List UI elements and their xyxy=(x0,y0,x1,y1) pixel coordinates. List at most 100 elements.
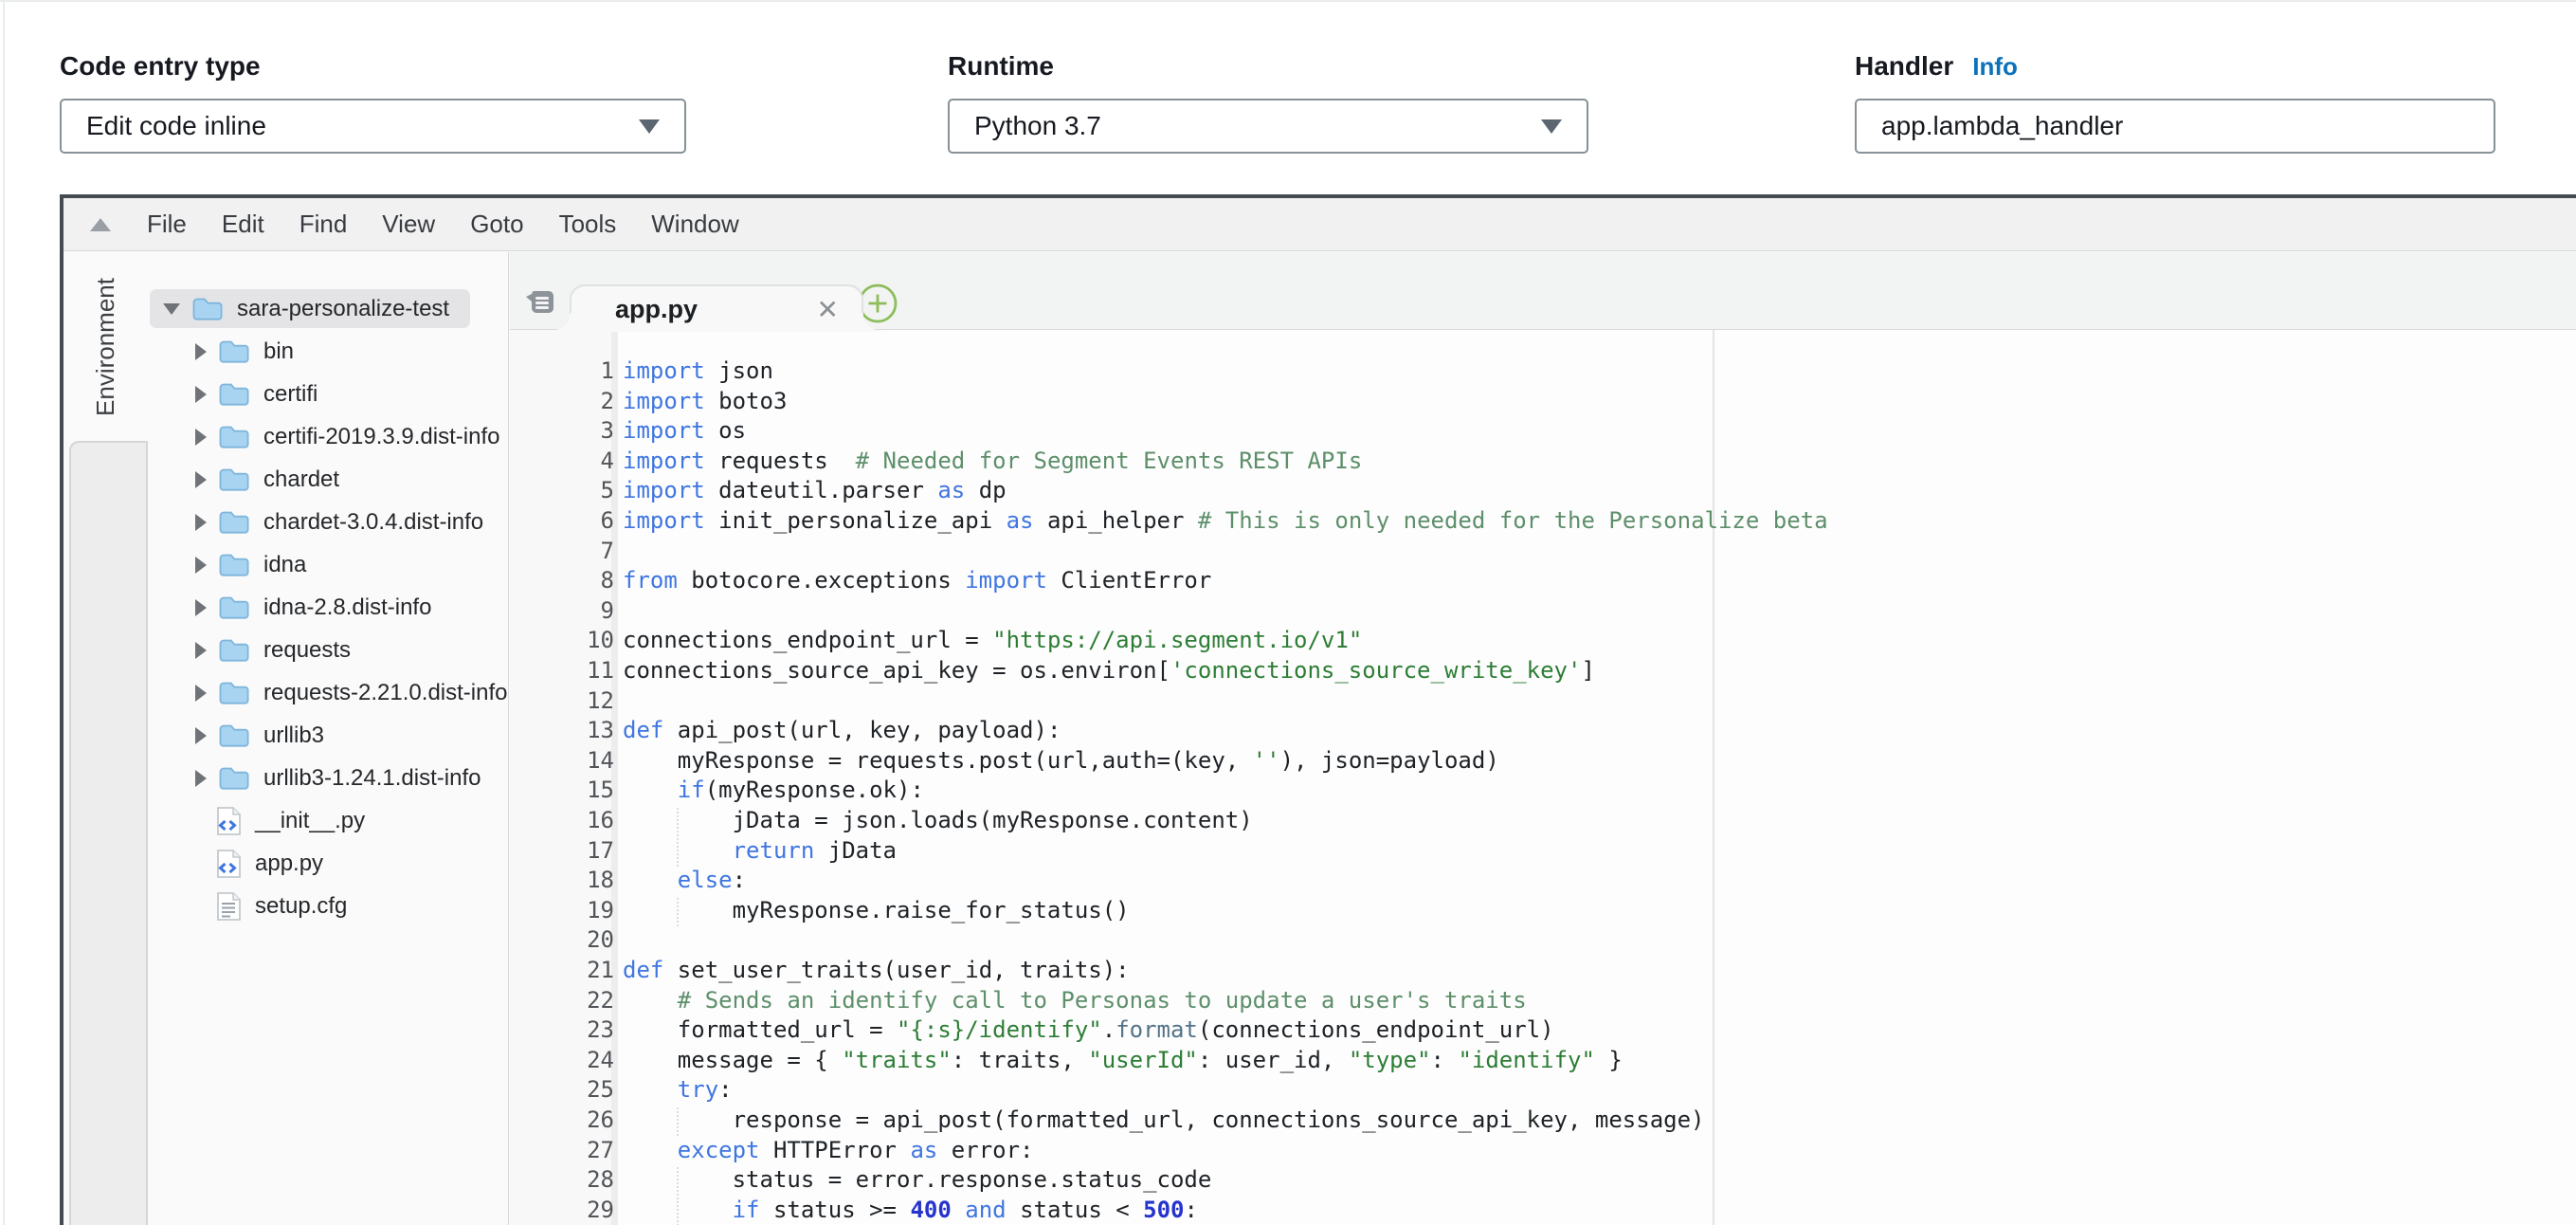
tree-row: requests xyxy=(150,631,372,669)
caret-right-icon[interactable] xyxy=(195,642,207,659)
caret-right-icon[interactable] xyxy=(195,770,207,787)
caret-right-icon[interactable] xyxy=(195,343,207,360)
handler-info-link[interactable]: Info xyxy=(1972,52,2018,82)
tab-list-icon[interactable] xyxy=(525,288,555,321)
menu-file[interactable]: File xyxy=(147,210,187,239)
tree-item-label: bin xyxy=(263,338,294,365)
tree-item-urllib3[interactable]: urllib3 xyxy=(150,714,345,757)
tree-item--init-py[interactable]: __init__.py xyxy=(150,799,386,842)
tree-item-label: requests-2.21.0.dist-info xyxy=(263,680,507,706)
tree-item-requests[interactable]: requests xyxy=(150,629,372,671)
menu-edit[interactable]: Edit xyxy=(222,210,264,239)
tree-item-label: setup.cfg xyxy=(255,893,347,920)
gutter-line-number[interactable]: 17 xyxy=(510,836,614,867)
gutter-line-number[interactable]: 11 xyxy=(510,656,614,686)
runtime-select[interactable]: Python 3.7 xyxy=(948,99,1588,154)
gutter-line-number[interactable]: 14 xyxy=(510,746,614,777)
gutter-line-number[interactable]: 13 xyxy=(510,716,614,746)
caret-right-icon[interactable] xyxy=(195,557,207,574)
folder-icon xyxy=(218,338,250,364)
code-line-11: connections_source_api_key = os.environ[… xyxy=(623,656,1595,686)
tree-row: setup.cfg xyxy=(150,887,368,925)
tab-app-py[interactable]: app.py ✕ xyxy=(570,284,863,332)
gutter-line-number[interactable]: 21 xyxy=(510,956,614,986)
caret-right-icon[interactable] xyxy=(195,727,207,744)
gutter-line-number[interactable]: 20 xyxy=(510,925,614,956)
tree-item-certifi[interactable]: certifi xyxy=(150,373,338,415)
caret-right-icon[interactable] xyxy=(195,471,207,488)
folder-icon xyxy=(218,424,250,449)
gutter-line-number[interactable]: 8 xyxy=(510,566,614,596)
menu-view[interactable]: View xyxy=(382,210,435,239)
tree-item-app-py[interactable]: app.py xyxy=(150,842,344,885)
tree-item-label: idna-2.8.dist-info xyxy=(263,594,431,621)
sidebar-tab-environment[interactable]: Environment xyxy=(63,252,148,442)
gutter-line-number[interactable]: 15 xyxy=(510,776,614,806)
code-entry-type-select[interactable]: Edit code inline xyxy=(60,99,686,154)
gutter-line-number[interactable]: 16 xyxy=(510,806,614,836)
runtime-label: Runtime xyxy=(948,51,1054,82)
menu-tools[interactable]: Tools xyxy=(559,210,617,239)
gutter-line-number[interactable]: 25 xyxy=(510,1075,614,1106)
tree-item-label: app.py xyxy=(255,850,323,877)
folder-icon xyxy=(218,509,250,535)
menu-goto[interactable]: Goto xyxy=(470,210,523,239)
gutter-line-number[interactable]: 28 xyxy=(510,1165,614,1196)
caret-right-icon[interactable] xyxy=(195,599,207,616)
handler-input[interactable] xyxy=(1857,101,2494,152)
gutter-line-number[interactable]: 22 xyxy=(510,986,614,1016)
code-entry-type-value: Edit code inline xyxy=(86,111,266,141)
tree-row: chardet-3.0.4.dist-info xyxy=(150,503,504,541)
tree-item-chardet-3-0-4-dist-info[interactable]: chardet-3.0.4.dist-info xyxy=(150,501,504,543)
code-line-6: import init_personalize_api as api_helpe… xyxy=(623,506,1828,537)
code-line-21: def set_user_traits(user_id, traits): xyxy=(623,956,1130,986)
caret-right-icon[interactable] xyxy=(195,386,207,403)
gutter-line-number[interactable]: 12 xyxy=(510,686,614,717)
gutter-line-number[interactable]: 18 xyxy=(510,866,614,896)
gutter-line-number[interactable]: 29 xyxy=(510,1196,614,1225)
gutter-line-number[interactable]: 26 xyxy=(510,1106,614,1136)
menu-find[interactable]: Find xyxy=(299,210,348,239)
tree-item-requests-2-21-0-dist-info[interactable]: requests-2.21.0.dist-info xyxy=(150,671,528,714)
gutter-line-number[interactable]: 24 xyxy=(510,1046,614,1076)
tree-item-sara-personalize-test[interactable]: sara-personalize-test xyxy=(150,287,470,330)
gutter-line-number[interactable]: 9 xyxy=(510,596,614,627)
gutter-line-number[interactable]: 1 xyxy=(510,357,614,387)
folder-icon xyxy=(218,637,250,663)
gutter-line-number[interactable]: 23 xyxy=(510,1015,614,1046)
indent-guide xyxy=(677,838,679,867)
gutter-line-number[interactable]: 19 xyxy=(510,896,614,926)
tree-item-label: idna xyxy=(263,552,306,578)
gutter-line-number[interactable]: 2 xyxy=(510,387,614,417)
tree-item-certifi-2019-3-9-dist-info[interactable]: certifi-2019.3.9.dist-info xyxy=(150,415,520,458)
caret-right-icon[interactable] xyxy=(195,514,207,531)
code-line-15: if(myResponse.ok): xyxy=(623,776,924,806)
gutter-line-number[interactable]: 3 xyxy=(510,416,614,447)
tree-item-setup-cfg[interactable]: setup.cfg xyxy=(150,885,368,927)
tree-item-label: chardet-3.0.4.dist-info xyxy=(263,509,483,536)
close-icon[interactable]: ✕ xyxy=(817,294,839,325)
gutter-line-number[interactable]: 7 xyxy=(510,537,614,567)
menu-window[interactable]: Window xyxy=(651,210,738,239)
gutter-line-number[interactable]: 6 xyxy=(510,506,614,537)
tree-item-chardet[interactable]: chardet xyxy=(150,458,360,501)
tree-row: app.py xyxy=(150,844,344,883)
caret-down-icon[interactable] xyxy=(163,303,180,315)
tree-row: bin xyxy=(150,332,315,371)
caret-right-icon[interactable] xyxy=(195,429,207,446)
gutter-line-number[interactable]: 5 xyxy=(510,476,614,506)
code-editor-surface[interactable]: 1234567891011121314151617181920212223242… xyxy=(510,330,2576,1225)
collapse-menu-icon[interactable] xyxy=(90,218,111,231)
gutter-line-number[interactable]: 27 xyxy=(510,1136,614,1166)
tree-item-idna-2-8-dist-info[interactable]: idna-2.8.dist-info xyxy=(150,586,452,629)
caret-right-icon[interactable] xyxy=(195,685,207,702)
code-line-8: from botocore.exceptions import ClientEr… xyxy=(623,566,1211,596)
tree-item-idna[interactable]: idna xyxy=(150,543,327,586)
indent-guide xyxy=(677,1107,679,1136)
tree-item-bin[interactable]: bin xyxy=(150,330,315,373)
folder-icon xyxy=(218,722,250,748)
handler-field-box xyxy=(1855,99,2495,154)
gutter-line-number[interactable]: 10 xyxy=(510,626,614,656)
gutter-line-number[interactable]: 4 xyxy=(510,447,614,477)
tree-item-urllib3-1-24-1-dist-info[interactable]: urllib3-1.24.1.dist-info xyxy=(150,757,501,799)
